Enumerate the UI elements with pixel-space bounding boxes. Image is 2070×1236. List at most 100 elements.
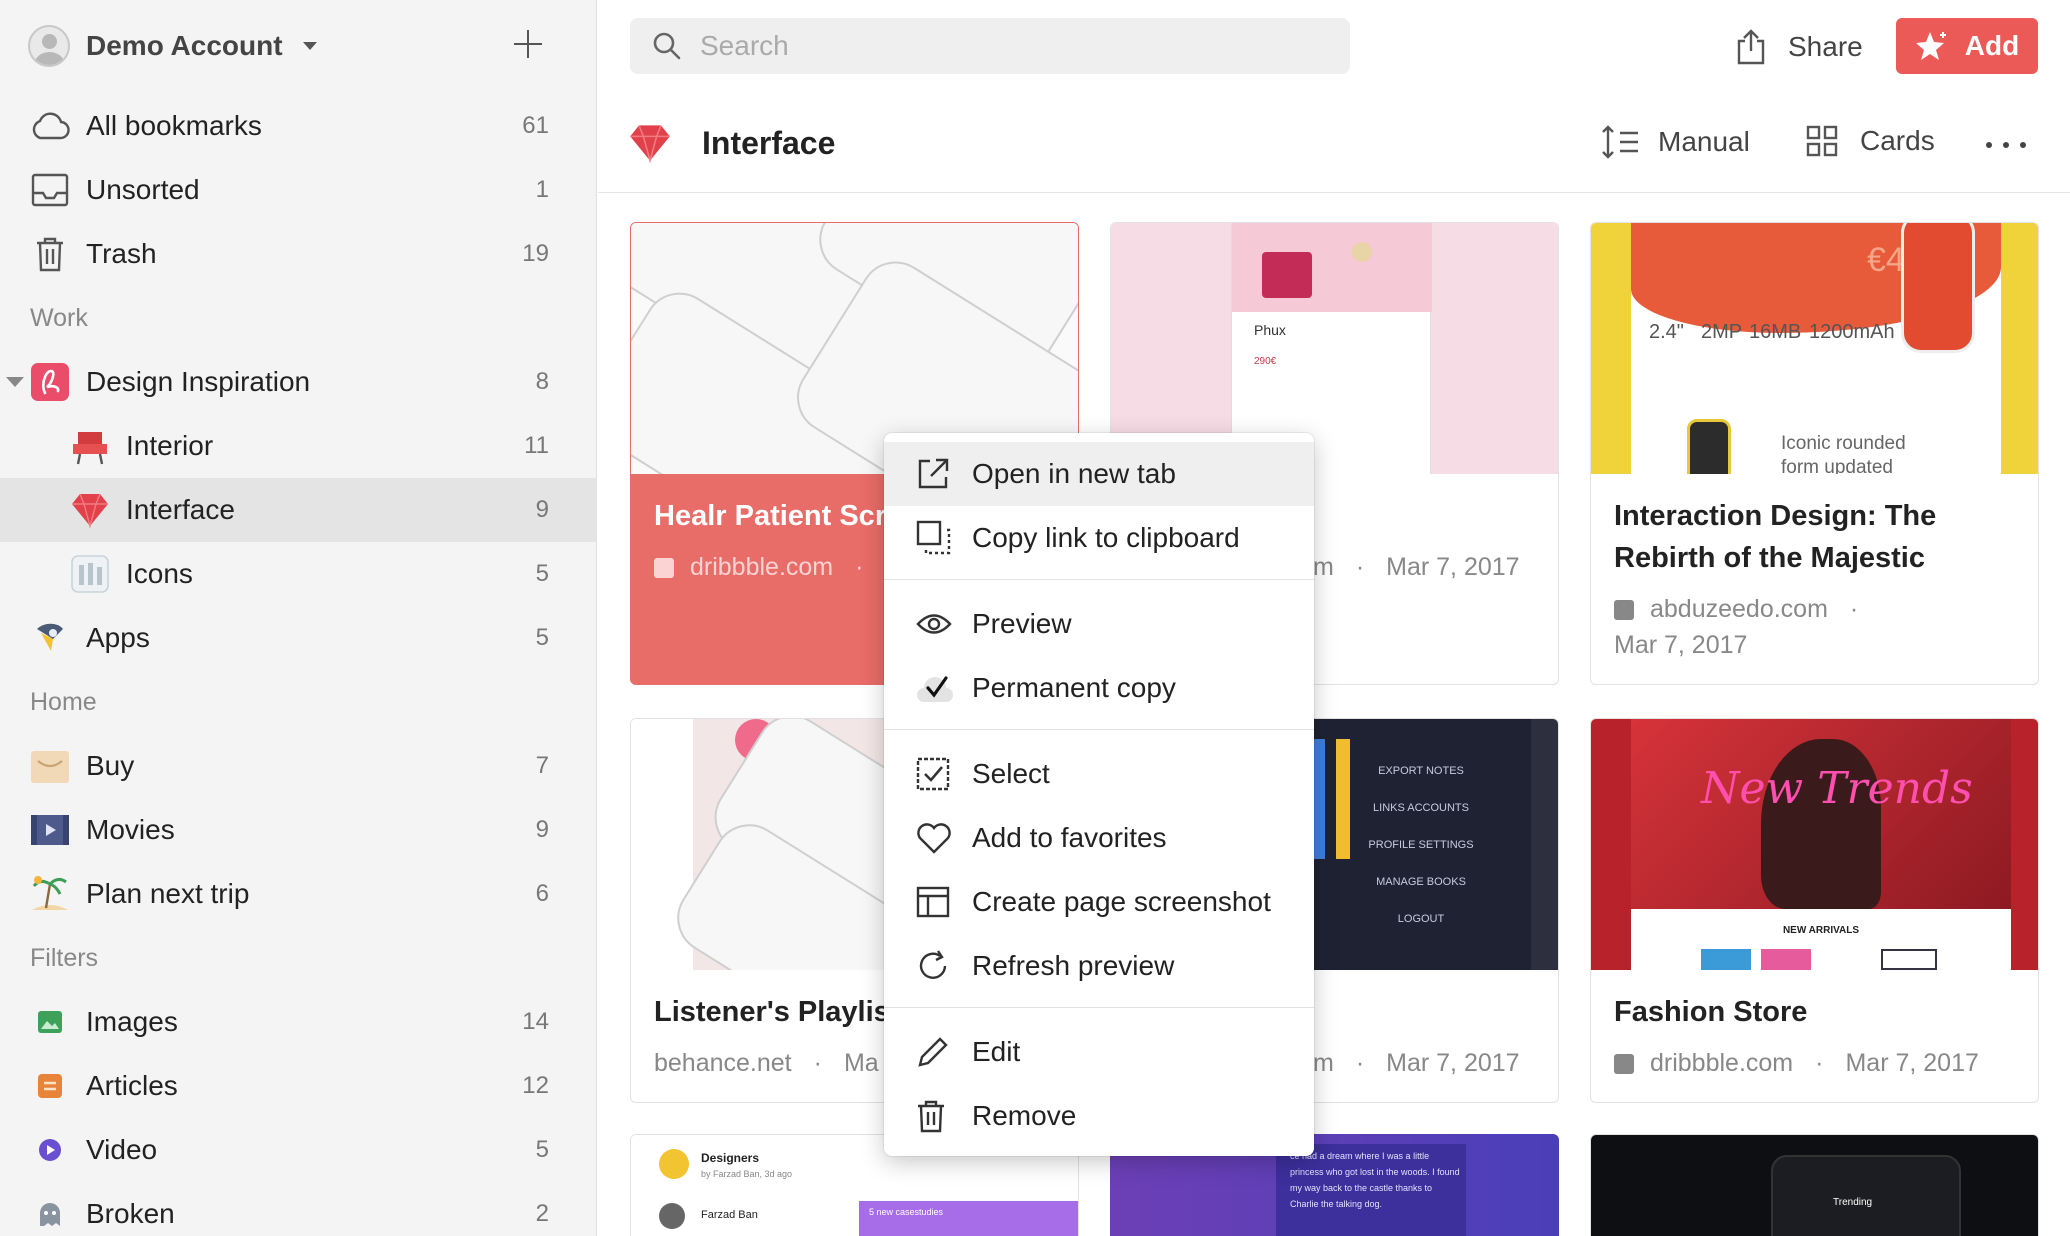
- card-domain: dribbble.com: [690, 553, 834, 581]
- menu-item-label: Open in new tab: [972, 458, 1176, 489]
- refresh-icon: [919, 950, 947, 979]
- sort-icon: [1602, 125, 1638, 159]
- sidebar-item-plan-next-trip[interactable]: Plan next trip 6: [0, 862, 597, 926]
- sidebar-item-count: 5: [535, 624, 549, 651]
- product-name: Phux: [1254, 322, 1286, 338]
- card-meta: m · Mar 7, 2017: [1313, 1049, 1520, 1078]
- more-dot: [1986, 142, 1992, 148]
- armchair-icon: [70, 426, 110, 466]
- sidebar-item-all-bookmarks[interactable]: All bookmarks 61: [0, 94, 597, 158]
- sidebar-item-count: 12: [522, 1072, 549, 1099]
- grid-icon: [1806, 125, 1838, 157]
- sidebar-item-count: 11: [524, 432, 549, 459]
- external-link-icon: [918, 458, 949, 489]
- more-dot: [2020, 142, 2026, 148]
- menu-item-label: Add to favorites: [972, 822, 1167, 853]
- sidebar-item-label: Articles: [86, 1070, 178, 1101]
- card-domain: m: [1313, 553, 1334, 581]
- phone-small: [1687, 419, 1731, 474]
- sidebar-item-unsorted[interactable]: Unsorted 1: [0, 158, 597, 222]
- bookmark-card[interactable]: New Trends NEW ARRIVALS Fashion Store dr…: [1590, 718, 2039, 1103]
- card-meta: m · Mar 7, 2017: [1313, 553, 1520, 582]
- chevron-down-icon: [302, 42, 317, 50]
- collapse-arrow-icon[interactable]: [6, 377, 24, 387]
- thumb-text: 5 new casestudies: [869, 1207, 944, 1217]
- sidebar-item-interior[interactable]: Interior 11: [0, 414, 597, 478]
- menu-item-preview[interactable]: Preview: [884, 592, 1314, 656]
- image-icon: [30, 1002, 70, 1042]
- thumb-text: Iconic rounded: [1781, 433, 1906, 454]
- card-title: Interaction Design: The: [1614, 500, 1937, 532]
- menu-item-label: Permanent copy: [972, 672, 1176, 703]
- share-label: Share: [1788, 31, 1863, 62]
- nokia-phone: [1901, 223, 1975, 353]
- bookmark-card[interactable]: Trending: [1590, 1134, 2039, 1236]
- yellow-band: [1591, 223, 1631, 474]
- sidebar-item-articles[interactable]: Articles 12: [0, 1054, 597, 1118]
- sidebar-item-count: 5: [535, 560, 549, 587]
- ruby-gem-icon: [70, 490, 110, 530]
- sidebar: Demo Account All bookmarks 61 Unsorted 1…: [0, 0, 597, 1236]
- spec-value: 2MP: [1701, 321, 1743, 343]
- image-type-icon: [654, 557, 674, 578]
- menu-item-label: Create page screenshot: [972, 886, 1271, 917]
- sidebar-item-images[interactable]: Images 14: [0, 990, 597, 1054]
- sidebar-item-label: Unsorted: [86, 174, 200, 205]
- bookmark-card[interactable]: €49 2.4" 2MP 16MB 1200mAh Iconic rounded…: [1590, 222, 2039, 685]
- menu-divider: [884, 579, 1314, 580]
- sidebar-item-design-inspiration[interactable]: Design Inspiration 8: [0, 350, 597, 414]
- add-button[interactable]: Add: [1896, 18, 2038, 74]
- app-window: Demo Account All bookmarks 61 Unsorted 1…: [0, 0, 2070, 1236]
- meta-separator: ·: [1849, 595, 1859, 623]
- view-label: Cards: [1860, 125, 1935, 156]
- story-panel: ce had a dream where I was a little prin…: [1276, 1144, 1466, 1236]
- search-input[interactable]: [700, 18, 1320, 74]
- share-button[interactable]: Share: [1736, 22, 1863, 72]
- menu-item-refresh-preview[interactable]: Refresh preview: [884, 934, 1314, 998]
- menu-item-page-screenshot[interactable]: Create page screenshot: [884, 870, 1314, 934]
- sidebar-item-buy[interactable]: Buy 7: [0, 734, 597, 798]
- menu-item-remove[interactable]: Remove: [884, 1084, 1314, 1148]
- product-image: [1232, 223, 1432, 312]
- section-header-home: Home: [30, 688, 97, 716]
- menu-item-add-favorites[interactable]: Add to favorites: [884, 806, 1314, 870]
- menu-item-open-new-tab[interactable]: Open in new tab: [884, 442, 1314, 506]
- sidebar-item-label: Trash: [86, 238, 157, 269]
- sidebar-item-icons[interactable]: Icons 5: [0, 542, 597, 606]
- shop-strip: NEW ARRIVALS: [1631, 909, 2011, 970]
- sidebar-item-interface[interactable]: Interface 9: [0, 478, 597, 542]
- view-mode-button[interactable]: Cards: [1806, 125, 1935, 157]
- sidebar-item-video[interactable]: Video 5: [0, 1118, 597, 1182]
- card-meta: dribbble.com ·: [654, 553, 885, 582]
- menu-item-edit[interactable]: Edit: [884, 1020, 1314, 1084]
- thumb-text: Trending: [1833, 1197, 1873, 1208]
- designer-logo: [659, 1149, 689, 1179]
- card-title: Rebirth of the Majestic: [1614, 542, 1925, 574]
- section-header-work: Work: [30, 304, 88, 332]
- menu-item-label: Remove: [972, 1100, 1077, 1131]
- sidebar-item-label: Broken: [86, 1198, 175, 1229]
- sidebar-item-broken[interactable]: Broken 2: [0, 1182, 597, 1236]
- account-switcher[interactable]: Demo Account: [28, 22, 317, 70]
- sidebar-item-movies[interactable]: Movies 9: [0, 798, 597, 862]
- more-options-button[interactable]: [1986, 125, 2026, 165]
- sidebar-item-apps[interactable]: Apps 5: [0, 606, 597, 670]
- menu-item-copy-link[interactable]: Copy link to clipboard: [884, 506, 1314, 570]
- menu-item-select[interactable]: Select: [884, 742, 1314, 806]
- menu-item-label: Edit: [972, 1036, 1021, 1067]
- new-collection-button[interactable]: [510, 26, 546, 62]
- search-bar[interactable]: [630, 18, 1350, 74]
- thumb-text: Designers: [701, 1151, 760, 1165]
- menu-item-permanent-copy[interactable]: Permanent copy: [884, 656, 1314, 720]
- product-tile: [1881, 949, 1937, 970]
- card-thumbnail: New Trends NEW ARRIVALS: [1591, 719, 2038, 970]
- inbox-icon: [30, 170, 70, 210]
- spec-value: 16MB: [1749, 321, 1802, 343]
- apps-rocket-icon: [30, 618, 70, 658]
- browser-window-icon: [916, 886, 950, 918]
- menu-item-label: Select: [972, 758, 1050, 789]
- sort-button[interactable]: Manual: [1600, 125, 1750, 159]
- sidebar-item-trash[interactable]: Trash 19: [0, 222, 597, 286]
- spec-value: 2.4": [1649, 321, 1684, 343]
- section-header-filters: Filters: [30, 944, 99, 972]
